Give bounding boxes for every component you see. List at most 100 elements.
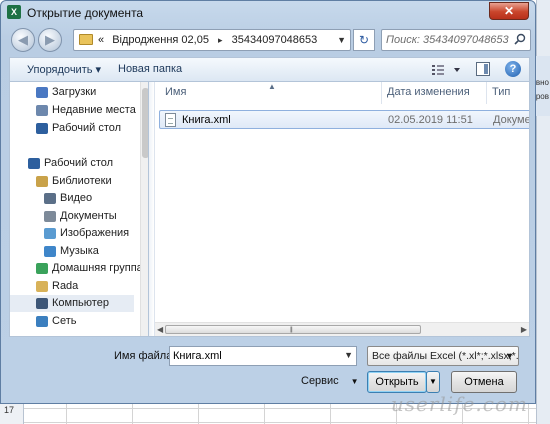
music-icon xyxy=(44,246,56,257)
nav-item-label: Видео xyxy=(60,192,93,204)
ribbon-text: вно xyxy=(535,78,549,87)
filetype-value: Все файлы Excel (*.xl*;*.xlsx;*. xyxy=(372,350,519,362)
breadcrumb: « Відродження 02,05 ▸ 35434097048653 xyxy=(98,30,317,50)
nav-item-label: Недавние места xyxy=(52,104,136,116)
downloads-icon xyxy=(36,87,48,98)
nav-item-label: Музыка xyxy=(60,245,99,257)
cancel-button[interactable]: Отмена xyxy=(451,371,517,393)
pictures-icon xyxy=(44,228,56,239)
libraries-icon xyxy=(36,176,48,187)
nav-item[interactable]: Библиотеки xyxy=(10,173,134,190)
nav-item[interactable]: Музыка xyxy=(10,243,134,260)
nav-item-label: Загрузки xyxy=(52,86,97,98)
chevron-down-icon: ▼ xyxy=(505,351,514,361)
user-folder-icon xyxy=(36,281,48,292)
view-options-icon[interactable] xyxy=(430,62,464,78)
nav-item[interactable]: Rada xyxy=(10,278,134,295)
nav-item[interactable]: Документы xyxy=(10,208,134,225)
search-icon[interactable] xyxy=(514,33,526,45)
breadcrumb-item[interactable]: 35434097048653 xyxy=(232,34,318,46)
nav-scrollbar[interactable] xyxy=(140,82,148,336)
title-bar: X Открытие документа ✕ xyxy=(1,1,535,25)
column-header-type[interactable]: Тип xyxy=(492,86,510,98)
help-icon[interactable]: ? xyxy=(505,61,521,77)
nav-item-label: Компьютер xyxy=(52,297,109,309)
search-box xyxy=(381,29,531,51)
breadcrumb-separator-icon[interactable]: ▸ xyxy=(218,35,223,45)
nav-item-label: Документы xyxy=(60,210,117,222)
nav-item-label: Библиотеки xyxy=(52,175,112,187)
nav-item[interactable]: Видео xyxy=(10,190,134,207)
pane-divider[interactable] xyxy=(149,82,155,336)
column-header-date[interactable]: Дата изменения xyxy=(387,86,470,98)
row-number: 17 xyxy=(4,405,15,415)
computer-icon xyxy=(36,298,48,309)
breadcrumb-overflow[interactable]: « xyxy=(98,34,104,46)
excel-ribbon-fragment: вно ров xyxy=(536,56,550,116)
open-document-dialog: X Открытие документа ✕ ◀ ▶ « Відродження… xyxy=(0,0,536,404)
scroll-left-icon[interactable]: ◀ xyxy=(157,325,163,334)
grip-icon: ||| xyxy=(290,327,293,333)
nav-item-label: Рабочий стол xyxy=(44,157,114,169)
network-icon xyxy=(36,316,48,327)
horizontal-scrollbar[interactable]: ◀ ||| ▶ xyxy=(155,322,529,336)
column-header-name[interactable]: Имя xyxy=(165,86,186,98)
nav-item-label: Изображения xyxy=(60,227,130,239)
tools-button[interactable]: Сервис ▼ xyxy=(301,375,359,393)
navigation-pane: Загрузки Недавние места Рабочий стол Рабочи… xyxy=(9,81,148,337)
excel-app-icon: X xyxy=(7,5,21,19)
nav-item[interactable]: Недавние места xyxy=(10,102,136,119)
file-type: Докумен xyxy=(493,114,529,126)
tools-label: Сервис xyxy=(301,375,339,387)
back-button[interactable]: ◀ xyxy=(11,28,35,52)
nav-item[interactable]: Изображения xyxy=(10,225,134,242)
close-button[interactable]: ✕ xyxy=(489,2,529,20)
nav-item[interactable]: Рабочий стол xyxy=(10,155,134,172)
window-title: Открытие документа xyxy=(27,6,144,20)
open-options-button[interactable]: ▼ xyxy=(426,371,440,393)
scroll-thumb[interactable]: ||| xyxy=(165,325,421,334)
recent-places-icon xyxy=(36,105,48,116)
sort-ascending-icon: ▲ xyxy=(268,82,276,91)
xml-file-icon xyxy=(165,113,176,127)
nav-item[interactable]: Сеть xyxy=(10,313,134,330)
nav-item[interactable]: Компьютер xyxy=(10,295,134,312)
filename-combobox: ▼ xyxy=(169,346,357,366)
chevron-down-icon: ▼ xyxy=(350,377,359,386)
filetype-select[interactable]: Все файлы Excel (*.xl*;*.xlsx;*. ▼ xyxy=(367,346,519,366)
breadcrumb-item[interactable]: Відродження 02,05 xyxy=(112,34,209,46)
column-separator[interactable] xyxy=(486,82,487,104)
nav-item-label: Рабочий стол xyxy=(52,122,122,134)
nav-item-label: Домашняя группа xyxy=(52,262,143,274)
video-icon xyxy=(44,193,56,204)
documents-icon xyxy=(44,211,56,222)
column-separator[interactable] xyxy=(381,82,382,104)
ribbon-text: ров xyxy=(535,92,549,101)
nav-item[interactable]: Рабочий стол xyxy=(10,120,134,137)
nav-item[interactable]: Домашняя группа xyxy=(10,260,143,277)
file-name: Книга.xml xyxy=(182,114,231,126)
open-button[interactable]: Открыть xyxy=(367,371,427,393)
filename-input[interactable] xyxy=(170,347,340,365)
folder-icon xyxy=(79,34,93,45)
new-folder-button[interactable]: Новая папка xyxy=(118,63,182,75)
preview-pane-icon[interactable] xyxy=(476,62,490,76)
address-dropdown-icon[interactable]: ▼ xyxy=(337,30,346,50)
filename-label: Имя файла: xyxy=(114,350,176,362)
desktop-icon xyxy=(28,158,40,169)
refresh-button[interactable]: ↻ xyxy=(353,29,375,51)
watermark: userlife.com xyxy=(390,392,528,416)
file-date: 02.05.2019 11:51 xyxy=(388,114,473,126)
address-bar[interactable]: « Відродження 02,05 ▸ 35434097048653 ▼ xyxy=(73,29,351,51)
desktop-icon xyxy=(36,123,48,134)
nav-item-label: Сеть xyxy=(52,315,77,327)
search-input[interactable] xyxy=(382,30,510,50)
organize-button[interactable]: Упорядочить ▾ xyxy=(27,63,101,76)
scroll-right-icon[interactable]: ▶ xyxy=(521,325,527,334)
forward-button[interactable]: ▶ xyxy=(38,28,62,52)
chevron-down-icon[interactable]: ▼ xyxy=(344,350,353,360)
file-row[interactable]: Книга.xml 02.05.2019 11:51 Докумен xyxy=(159,110,529,129)
navigation-row: ◀ ▶ « Відродження 02,05 ▸ 35434097048653… xyxy=(9,26,531,54)
nav-item-label: Rada xyxy=(52,280,79,292)
nav-item[interactable]: Загрузки xyxy=(10,84,134,101)
